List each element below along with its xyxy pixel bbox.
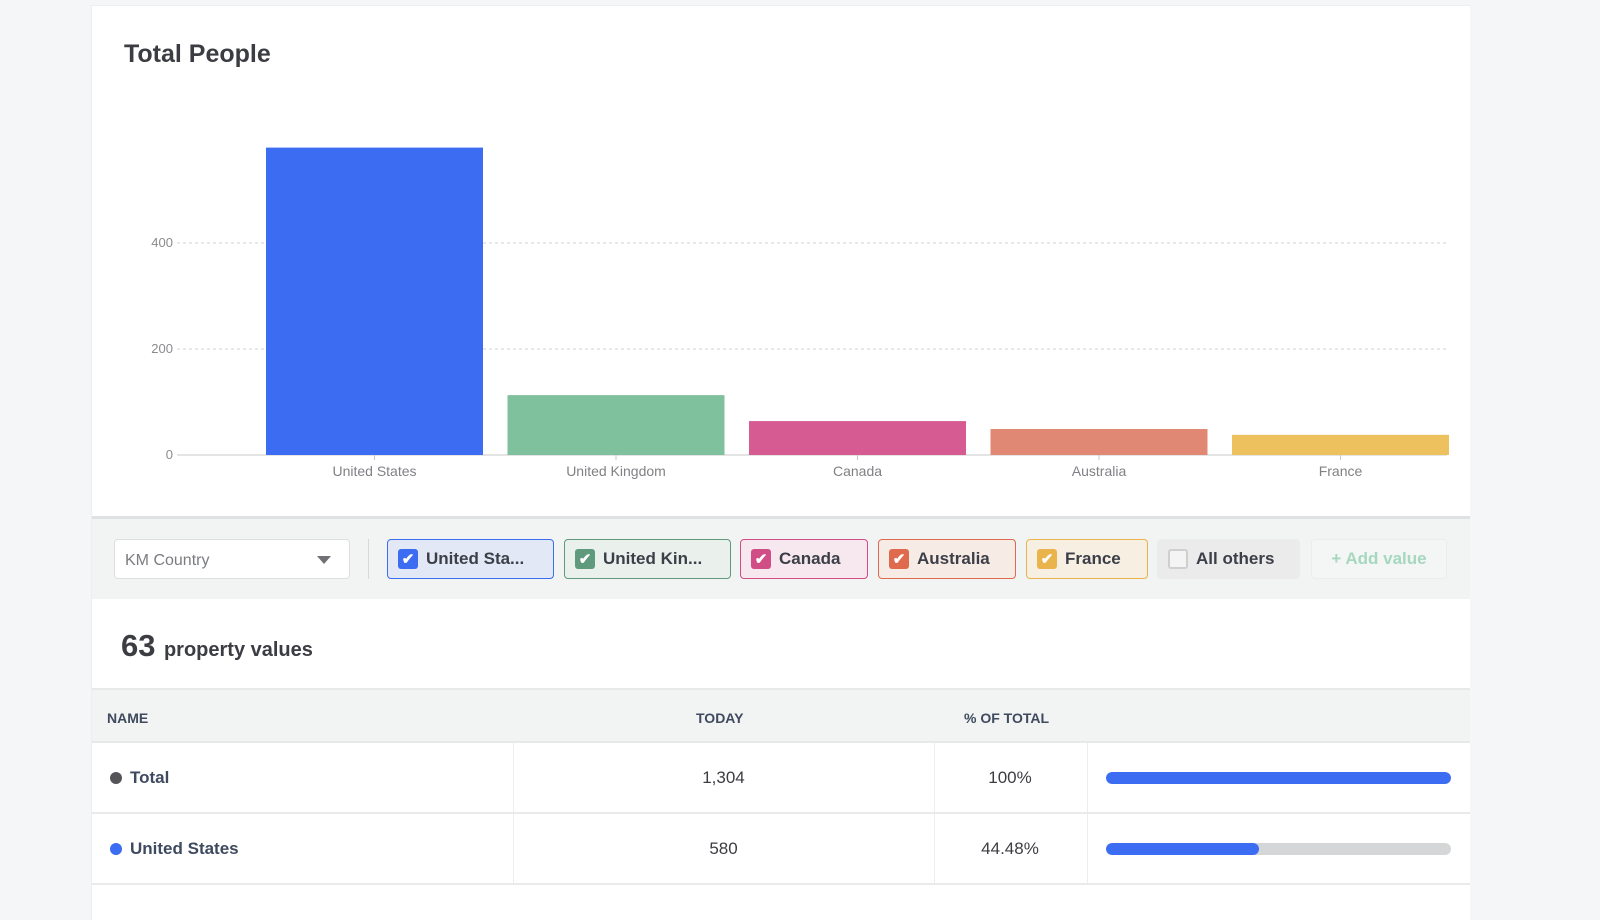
property-count: 63 (121, 628, 156, 663)
filter-chip-label: Canada (779, 549, 841, 568)
filter-chip-label: United Kin... (603, 549, 703, 568)
chart-title: Total People (124, 40, 271, 68)
row-today: 580 (709, 838, 738, 858)
bar-chart: 0 200 400 United States United Kingdom Canada… (151, 147, 1449, 479)
row-pct: 100% (988, 767, 1032, 787)
pct-bar-track (1106, 772, 1451, 784)
property-count-label: property values (163, 639, 313, 661)
filter-chip-label: All others (1196, 549, 1275, 568)
table-row[interactable]: Total 1,304 100% (92, 743, 1470, 814)
filter-bar: KM Country ✔ United Sta... ✔ United Kin... ✔… (92, 519, 1470, 599)
column-header-today[interactable]: TODAY (696, 710, 743, 726)
pct-bar-track (1106, 843, 1451, 855)
column-header-name[interactable]: NAME (107, 710, 148, 726)
bar[interactable] (266, 147, 483, 455)
checkbox-checked-icon[interactable]: ✔ (751, 549, 771, 569)
checkbox-unchecked-icon[interactable] (1168, 549, 1188, 569)
property-select-value: KM Country (125, 552, 210, 569)
table-row[interactable]: United States 580 44.48% (92, 814, 1470, 885)
bar[interactable] (1232, 434, 1449, 455)
series-dot-icon (110, 842, 122, 855)
x-tick-label: France (1319, 463, 1363, 479)
row-name-cell: United States (110, 814, 239, 883)
checkbox-checked-icon[interactable]: ✔ (889, 549, 909, 569)
bar[interactable] (990, 429, 1208, 455)
property-count-title: 63 property values (121, 628, 313, 664)
x-tick-label: United Kingdom (566, 463, 666, 479)
filter-chip[interactable]: ✔ France (1026, 539, 1148, 579)
add-value-button[interactable]: + Add value (1311, 539, 1447, 579)
x-tick-label: Canada (833, 463, 882, 479)
checkbox-checked-icon[interactable]: ✔ (398, 549, 418, 569)
x-tick-label: United States (332, 463, 416, 479)
report-panel: Total People 0 200 400 United States United … (92, 6, 1470, 920)
property-select[interactable]: KM Country (114, 539, 350, 579)
pct-bar-fill (1106, 772, 1451, 784)
bar[interactable] (749, 421, 966, 455)
table-header: NAME TODAY % OF TOTAL (92, 688, 1470, 743)
bar[interactable] (507, 395, 725, 455)
row-name-cell: Total (110, 743, 169, 812)
filter-divider (368, 539, 369, 579)
column-divider (1087, 814, 1088, 883)
filter-chip[interactable]: ✔ United Kin... (564, 539, 731, 579)
checkbox-checked-icon[interactable]: ✔ (1037, 549, 1057, 569)
values-table: NAME TODAY % OF TOTAL Total 1,304 100% Unit… (92, 688, 1470, 885)
y-tick-label: 200 (151, 341, 173, 356)
checkbox-checked-icon[interactable]: ✔ (575, 549, 595, 569)
row-name: United States (130, 838, 239, 858)
row-name: Total (130, 767, 170, 787)
chevron-down-icon (317, 556, 331, 564)
row-today: 1,304 (702, 767, 745, 787)
right-gutter (1470, 6, 1600, 920)
filter-chip[interactable]: ✔ Canada (740, 539, 868, 579)
pct-bar-fill (1106, 843, 1260, 855)
series-dot-icon (110, 771, 122, 784)
filter-chip-label: Australia (917, 549, 990, 568)
column-header-pct[interactable]: % OF TOTAL (964, 710, 1049, 726)
filter-chip[interactable]: ✔ Australia (878, 539, 1016, 579)
y-tick-label: 400 (151, 235, 173, 250)
y-tick-label: 0 (166, 447, 173, 462)
filter-chip-label: France (1065, 549, 1121, 568)
x-tick-label: Australia (1072, 463, 1127, 479)
filter-chip-label: United Sta... (426, 549, 525, 568)
filter-chip[interactable]: All others (1157, 539, 1300, 579)
row-pct: 44.48% (981, 838, 1039, 858)
filter-chip[interactable]: ✔ United Sta... (387, 539, 554, 579)
column-divider (1087, 743, 1088, 812)
